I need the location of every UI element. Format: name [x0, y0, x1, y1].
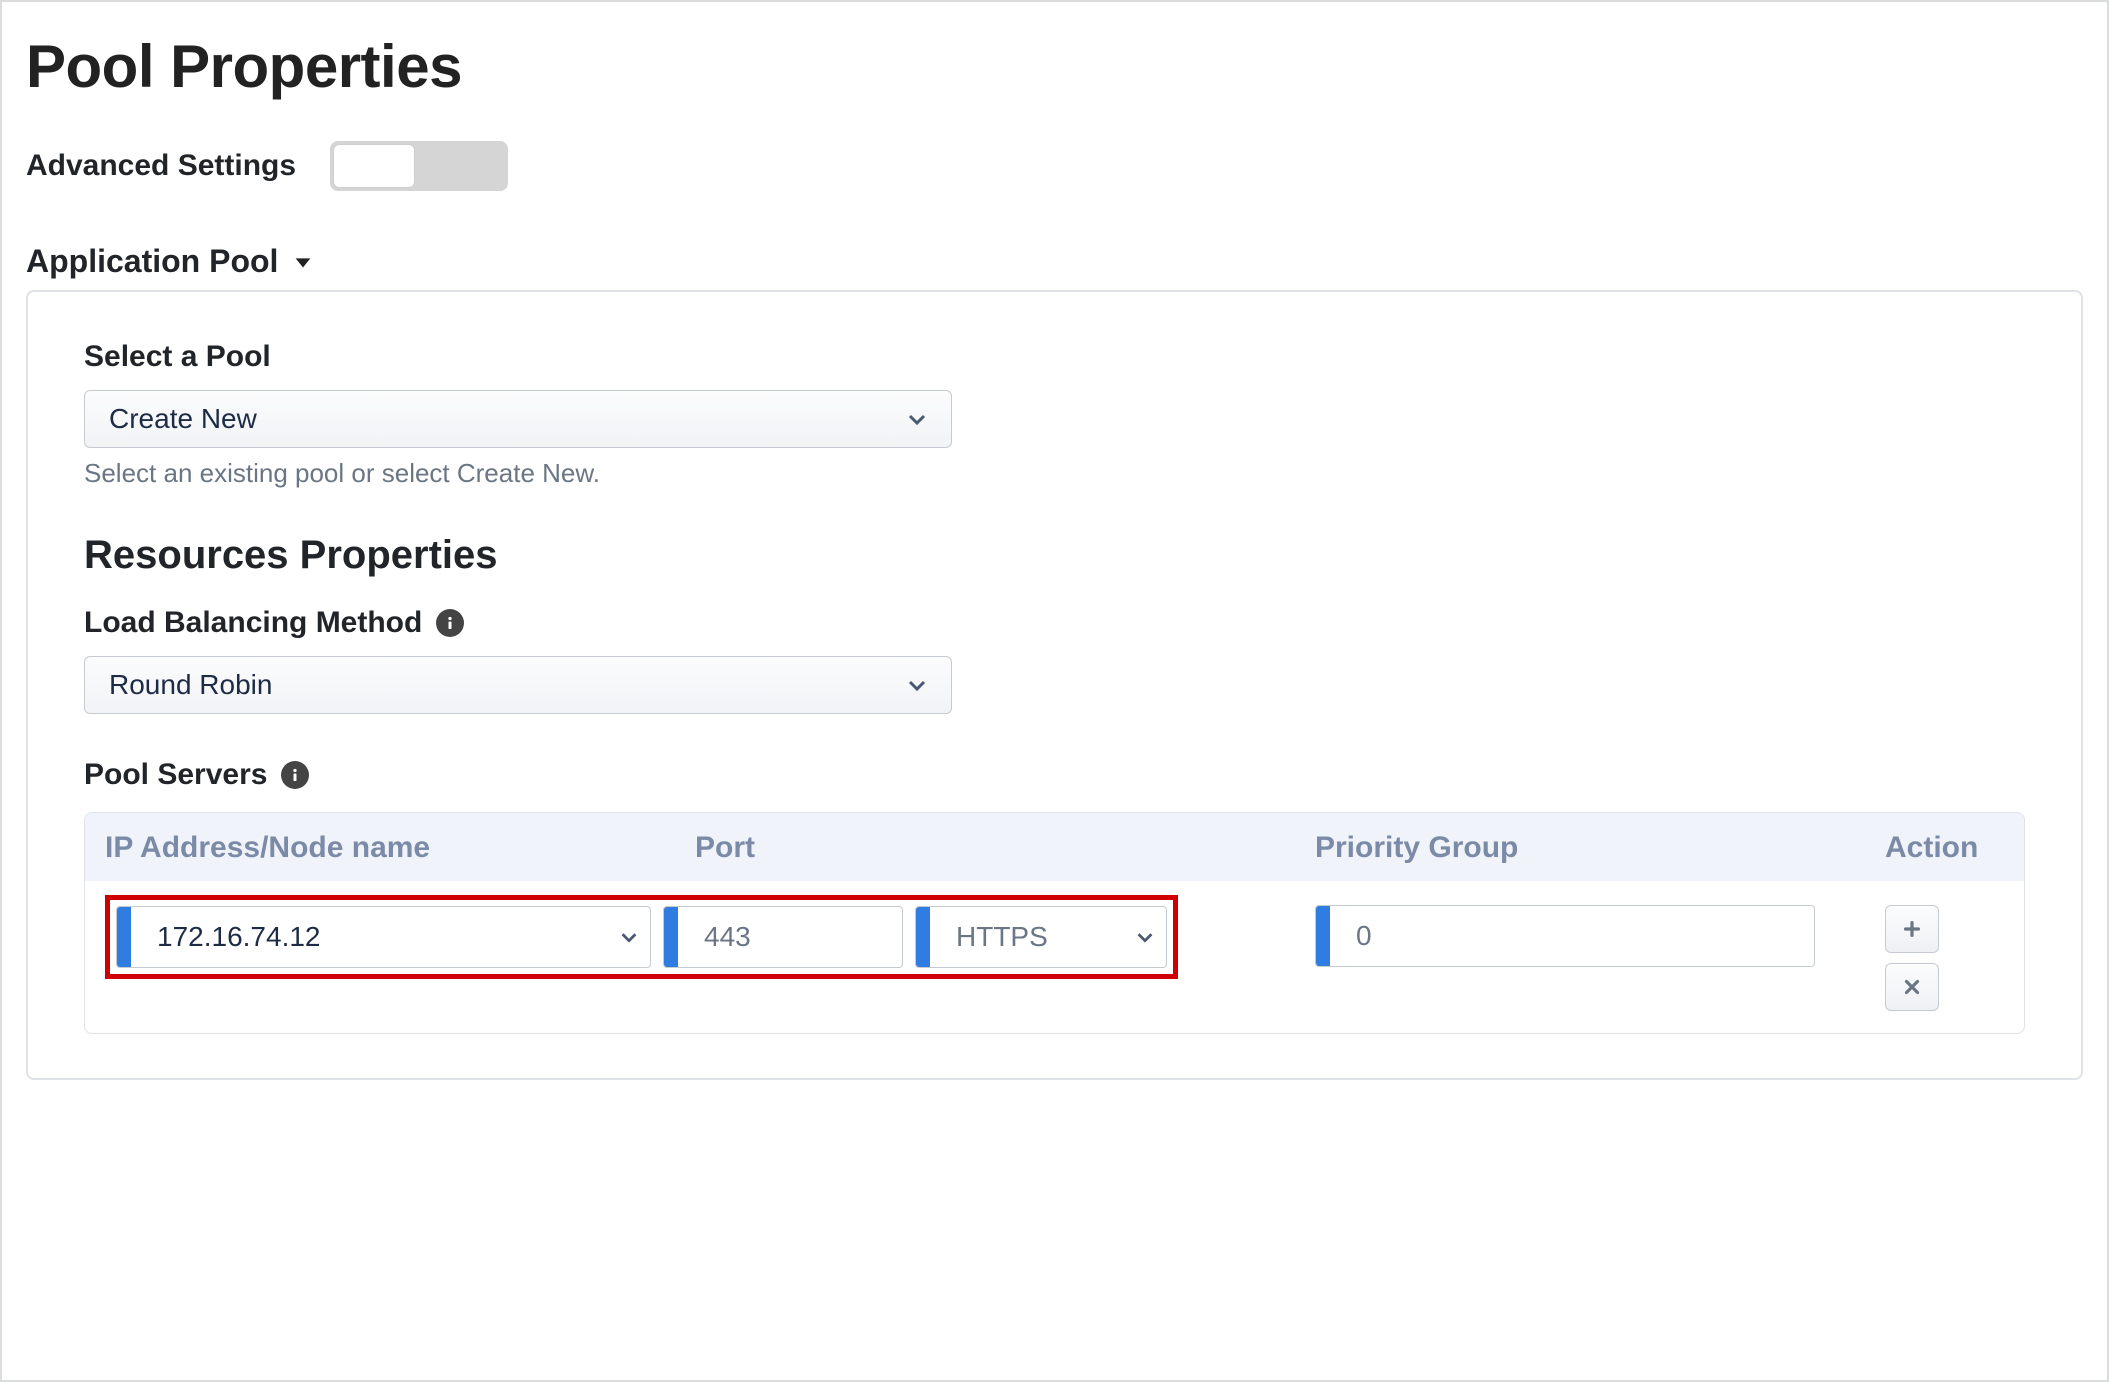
resources-properties-title: Resources Properties	[84, 533, 2025, 578]
th-priority: Priority Group	[1315, 831, 1885, 865]
ip-address-input[interactable]: 172.16.74.12	[116, 906, 651, 968]
page-title: Pool Properties	[26, 32, 2083, 101]
info-icon[interactable]	[436, 609, 464, 637]
table-row: 172.16.74.12 443 HTTPS	[85, 881, 2024, 1033]
chevron-down-icon	[905, 673, 929, 697]
th-ip: IP Address/Node name	[105, 831, 695, 865]
td-action	[1885, 905, 2025, 1011]
active-indicator	[664, 907, 678, 967]
pool-servers-group: Pool Servers	[84, 758, 2025, 792]
th-port: Port	[695, 831, 1315, 865]
application-pool-panel: Select a Pool Create New Select an exist…	[26, 290, 2083, 1080]
plus-icon	[1901, 918, 1923, 940]
protocol-value: HTTPS	[930, 921, 1124, 953]
lb-method-dropdown[interactable]: Round Robin	[84, 656, 952, 714]
info-icon[interactable]	[281, 761, 309, 789]
table-header-row: IP Address/Node name Port Priority Group…	[85, 813, 2024, 881]
caret-down-icon	[292, 251, 314, 273]
select-pool-label-text: Select a Pool	[84, 340, 271, 374]
close-icon	[1901, 976, 1923, 998]
advanced-settings-label: Advanced Settings	[26, 149, 296, 183]
th-action: Action	[1885, 831, 2025, 865]
pool-servers-table: IP Address/Node name Port Priority Group…	[84, 812, 2025, 1034]
ip-address-value: 172.16.74.12	[131, 921, 608, 953]
chevron-down-icon	[608, 926, 650, 948]
priority-value: 0	[1330, 920, 1814, 952]
add-row-button[interactable]	[1885, 905, 1939, 953]
td-ip-port: 172.16.74.12 443 HTTPS	[105, 895, 1315, 979]
chevron-down-icon	[905, 407, 929, 431]
toggle-knob	[333, 144, 415, 188]
active-indicator	[1316, 906, 1330, 966]
select-pool-group: Select a Pool Create New Select an exist…	[84, 340, 2025, 489]
td-priority: 0	[1315, 895, 1885, 967]
select-pool-dropdown[interactable]: Create New	[84, 390, 952, 448]
advanced-settings-row: Advanced Settings	[26, 141, 2083, 191]
lb-method-label-text: Load Balancing Method	[84, 606, 422, 640]
active-indicator	[117, 907, 131, 967]
select-pool-hint: Select an existing pool or select Create…	[84, 458, 2025, 489]
pool-servers-label: Pool Servers	[84, 758, 2025, 792]
port-value: 443	[678, 921, 902, 953]
lb-method-value: Round Robin	[109, 669, 272, 701]
select-pool-label: Select a Pool	[84, 340, 2025, 374]
select-pool-value: Create New	[109, 403, 257, 435]
application-pool-section-header[interactable]: Application Pool	[26, 243, 314, 280]
lb-method-label: Load Balancing Method	[84, 606, 2025, 640]
section-header-label: Application Pool	[26, 243, 278, 280]
pool-properties-page: Pool Properties Advanced Settings Applic…	[0, 0, 2109, 1382]
chevron-down-icon	[1124, 926, 1166, 948]
port-input[interactable]: 443	[663, 906, 903, 968]
priority-input[interactable]: 0	[1315, 905, 1815, 967]
protocol-dropdown[interactable]: HTTPS	[915, 906, 1167, 968]
advanced-settings-toggle[interactable]	[330, 141, 508, 191]
pool-servers-label-text: Pool Servers	[84, 758, 267, 792]
lb-method-group: Load Balancing Method Round Robin	[84, 606, 2025, 714]
highlighted-fields: 172.16.74.12 443 HTTPS	[105, 895, 1178, 979]
active-indicator	[916, 907, 930, 967]
remove-row-button[interactable]	[1885, 963, 1939, 1011]
